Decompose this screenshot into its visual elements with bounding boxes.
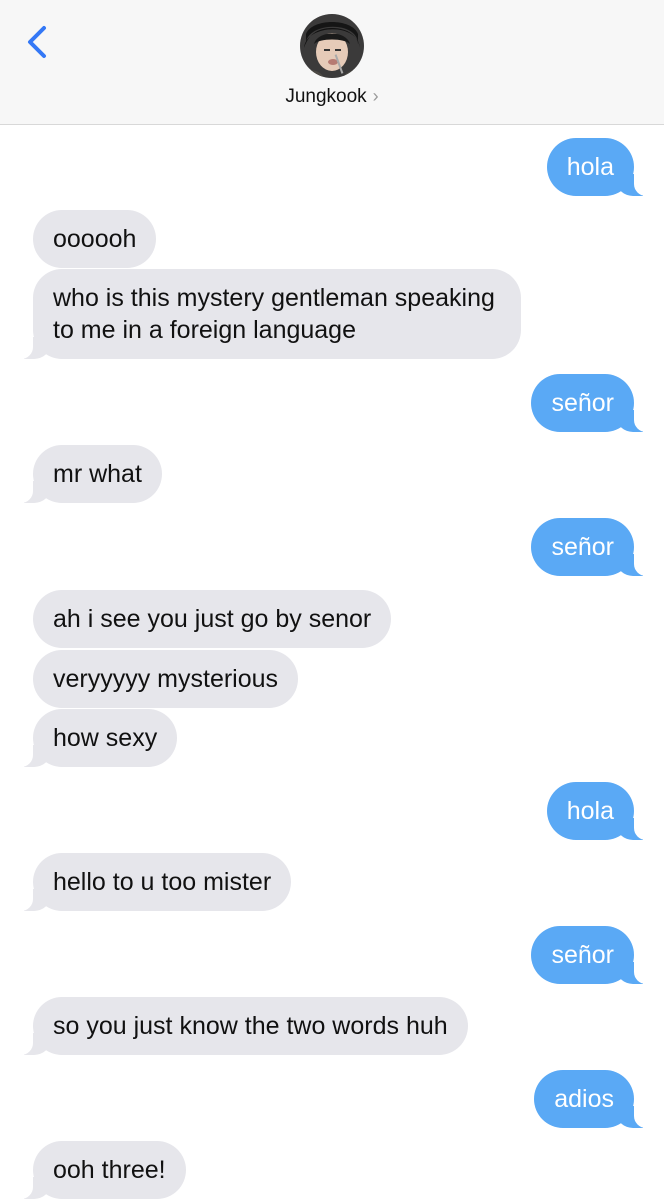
message-bubble-received[interactable]: so you just know the two words huh — [11, 997, 468, 1055]
message-text: señor — [551, 533, 614, 561]
conversation-header: Jungkook › — [0, 0, 664, 125]
message-bubble-received[interactable]: oooooh — [33, 210, 157, 268]
message-text: hola — [566, 797, 614, 825]
message-bubble-received[interactable]: mr what — [11, 445, 162, 503]
message-text: señor — [551, 941, 614, 969]
message-bubble-received[interactable]: ah i see you just go by senor — [33, 590, 392, 648]
chevron-left-icon — [28, 26, 46, 58]
message-text: ooh three! — [53, 1156, 166, 1184]
message-bubble-sent[interactable]: hola — [546, 138, 657, 196]
message-bubble-sent[interactable]: señor — [531, 374, 656, 432]
message-text: veryyyyy mysterious — [53, 665, 279, 693]
message-bubble-received[interactable]: how sexy — [10, 709, 178, 767]
message-text: adios — [554, 1085, 614, 1113]
back-button[interactable] — [22, 22, 52, 62]
message-bubble-received[interactable]: ooh three! — [11, 1141, 186, 1199]
message-text: hola — [566, 153, 614, 181]
avatar-photo — [300, 14, 364, 78]
message-bubble-received[interactable]: hello to u too mister — [10, 853, 292, 911]
message-text: señor — [551, 389, 614, 417]
message-text: mr what — [53, 460, 142, 488]
contact-avatar[interactable] — [300, 14, 364, 78]
message-text: ah i see you just go by senor — [53, 605, 372, 633]
contact-name: Jungkook — [285, 86, 367, 107]
message-text: who is this mystery gentleman speaking t… — [53, 284, 495, 344]
message-bubble-sent[interactable]: hola — [546, 782, 657, 840]
message-text: how sexy — [53, 724, 158, 752]
message-text: hello to u too mister — [53, 868, 272, 896]
contact-name-button[interactable]: Jungkook › — [0, 86, 664, 108]
message-bubble-sent[interactable]: señor — [531, 926, 656, 984]
message-bubble-received[interactable]: veryyyyy mysterious — [33, 650, 299, 708]
chevron-right-icon: › — [372, 86, 379, 106]
message-text: so you just know the two words huh — [53, 1012, 448, 1040]
message-bubble-sent[interactable]: adios — [534, 1070, 656, 1128]
message-bubble-received[interactable]: who is this mystery gentleman speaking t… — [11, 269, 521, 359]
message-bubble-sent[interactable]: señor — [531, 518, 656, 576]
message-text: oooooh — [53, 225, 137, 253]
